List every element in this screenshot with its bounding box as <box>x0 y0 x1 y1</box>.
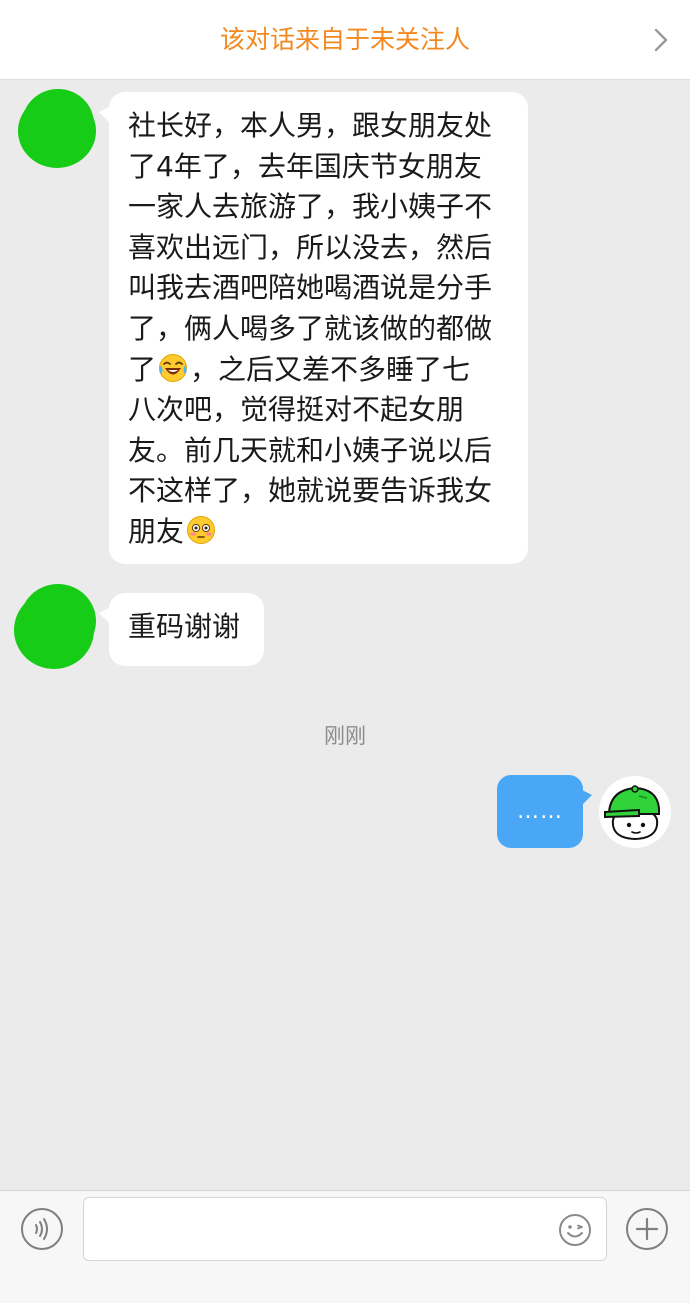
my-avatar[interactable] <box>599 776 671 848</box>
bubble-tail <box>99 607 111 625</box>
unfollowed-notice-text: 该对话来自于未关注人 <box>219 25 470 54</box>
message-text: 重码谢谢 <box>128 610 241 643</box>
voice-input-icon <box>35 1218 48 1240</box>
bubble-tail <box>99 106 111 124</box>
plus-icon <box>635 1217 659 1241</box>
message-text: …… <box>517 799 563 824</box>
bubble-tail <box>580 789 592 807</box>
message-input[interactable] <box>83 1197 607 1261</box>
conversation-notice-bar[interactable]: 该对话来自于未关注人 <box>0 0 690 80</box>
more-options-button[interactable] <box>626 1208 668 1250</box>
incoming-message-bubble[interactable]: 社长好，本人男，跟女朋友处 了4年了，去年国庆节女朋友 一家人去旅游了，我小姨子… <box>99 92 528 564</box>
voice-input-button[interactable] <box>21 1208 63 1250</box>
incoming-message-bubble[interactable]: 重码谢谢 <box>99 593 264 666</box>
message-text-segment: 社长好，本人男，跟女朋友处 了4年了，去年国庆节女朋友 一家人去旅游了，我小姨子… <box>128 109 493 386</box>
chevron-right-icon <box>654 28 668 52</box>
sender-avatar[interactable] <box>16 88 100 168</box>
message-timestamp: 刚刚 <box>324 724 366 748</box>
message-text: 社长好，本人男，跟女朋友处 了4年了，去年国庆节女朋友 一家人去旅游了，我小姨子… <box>128 106 512 553</box>
flushed-face-emoji-icon <box>187 515 216 544</box>
laughing-tears-emoji-icon <box>159 353 188 382</box>
smiley-icon[interactable] <box>558 1213 592 1247</box>
outgoing-message-bubble[interactable]: …… <box>497 775 592 848</box>
sender-avatar[interactable] <box>12 583 98 669</box>
green-cap-cartoon-avatar-icon <box>604 785 660 841</box>
